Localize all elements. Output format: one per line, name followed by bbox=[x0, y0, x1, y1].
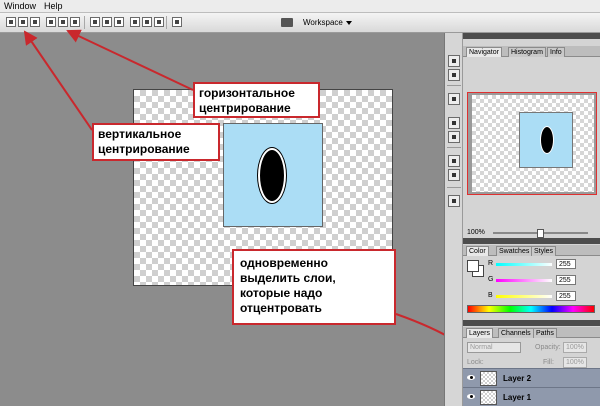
tab-channels[interactable]: Channels bbox=[498, 328, 534, 338]
menu-help[interactable]: Help bbox=[44, 1, 63, 11]
channel-b-slider[interactable] bbox=[496, 295, 552, 298]
workspace-button[interactable]: Workspace bbox=[300, 17, 355, 29]
paragraph-icon[interactable] bbox=[448, 169, 460, 181]
tab-color[interactable]: Color bbox=[466, 246, 489, 256]
panel-dock bbox=[444, 33, 463, 406]
navigator-preview[interactable] bbox=[467, 92, 597, 195]
color-spectrum-bar[interactable] bbox=[467, 305, 595, 313]
callout-select-layers: одновременно выделить слои, которые надо… bbox=[232, 249, 396, 325]
tab-info[interactable]: Info bbox=[547, 47, 565, 57]
navigator-zoom-value[interactable]: 100% bbox=[467, 229, 485, 236]
callout-horizontal-centering: горизонтальное центрирование bbox=[193, 82, 320, 118]
opacity-field[interactable]: 100% bbox=[563, 342, 587, 353]
layer-row-layer-2[interactable]: Layer 2 bbox=[463, 368, 600, 387]
distribute-left-icon[interactable] bbox=[130, 17, 140, 27]
menu-bar: Window Help bbox=[0, 0, 600, 13]
navigator-ellipse bbox=[540, 126, 554, 154]
layer-name: Layer 1 bbox=[503, 393, 532, 402]
toolbar-divider bbox=[166, 16, 167, 29]
distribute-top-icon[interactable] bbox=[90, 17, 100, 27]
channel-g-value[interactable]: 255 bbox=[556, 275, 576, 285]
tab-layers[interactable]: Layers bbox=[466, 328, 494, 338]
channel-r-label: R bbox=[488, 260, 494, 267]
tab-styles[interactable]: Styles bbox=[531, 246, 557, 256]
panel-grip[interactable] bbox=[463, 33, 600, 39]
brushes-icon[interactable] bbox=[448, 117, 460, 129]
menu-window[interactable]: Window bbox=[4, 1, 36, 11]
options-bar: Workspace bbox=[0, 13, 600, 33]
align-top-icon[interactable] bbox=[6, 17, 16, 27]
channel-b-value[interactable]: 255 bbox=[556, 291, 576, 301]
layers-tabs: Layers Channels Paths bbox=[463, 327, 600, 338]
blend-mode-select[interactable]: Normal bbox=[467, 342, 521, 353]
dock-divider bbox=[447, 85, 461, 86]
fill-label: Fill: bbox=[543, 359, 554, 366]
chevron-down-icon bbox=[345, 20, 352, 25]
opacity-label: Opacity: bbox=[535, 344, 561, 351]
color-tabs: Color Swatches Styles bbox=[463, 245, 600, 256]
visibility-eye-icon[interactable] bbox=[467, 393, 475, 400]
align-horizontal-center-icon[interactable] bbox=[58, 17, 68, 27]
align-vertical-center-icon[interactable] bbox=[18, 17, 28, 27]
layer-row-layer-1[interactable]: Layer 1 bbox=[463, 387, 600, 406]
layer-name: Layer 2 bbox=[503, 374, 532, 383]
character-icon[interactable] bbox=[448, 155, 460, 167]
dock-divider bbox=[447, 187, 461, 188]
navigator-zoom-slider[interactable] bbox=[493, 229, 588, 238]
distribute-bottom-icon[interactable] bbox=[114, 17, 124, 27]
panel-grip[interactable] bbox=[463, 238, 600, 244]
foreground-color-swatch[interactable] bbox=[467, 260, 479, 272]
channel-r-value[interactable]: 255 bbox=[556, 259, 576, 269]
channel-g-label: G bbox=[488, 276, 494, 283]
tab-histogram[interactable]: Histogram bbox=[508, 47, 546, 57]
distribute-vcenter-icon[interactable] bbox=[102, 17, 112, 27]
actions-icon[interactable] bbox=[448, 69, 460, 81]
align-bottom-icon[interactable] bbox=[30, 17, 40, 27]
lock-label: Lock: bbox=[467, 359, 484, 366]
panels-column: Navigator Histogram Info 100% Color Swat… bbox=[463, 33, 600, 406]
tab-navigator[interactable]: Navigator bbox=[466, 47, 502, 57]
auto-align-icon[interactable] bbox=[172, 17, 182, 27]
camera-icon[interactable] bbox=[281, 18, 293, 27]
history-icon[interactable] bbox=[448, 55, 460, 67]
layer-thumbnail bbox=[480, 371, 497, 386]
channel-r-slider[interactable] bbox=[496, 263, 552, 266]
toolbar-divider bbox=[84, 16, 85, 29]
tool-presets-icon[interactable] bbox=[448, 93, 460, 105]
callout-vertical-centering: вертикальное центрирование bbox=[92, 123, 220, 161]
visibility-eye-icon[interactable] bbox=[467, 374, 475, 381]
distribute-right-icon[interactable] bbox=[154, 17, 164, 27]
layer-comps-icon[interactable] bbox=[448, 195, 460, 207]
align-right-icon[interactable] bbox=[70, 17, 80, 27]
tab-swatches[interactable]: Swatches bbox=[496, 246, 533, 256]
navigator-tabs: Navigator Histogram Info bbox=[463, 46, 600, 57]
channel-b-label: B bbox=[488, 292, 493, 299]
clone-source-icon[interactable] bbox=[448, 131, 460, 143]
distribute-hcenter-icon[interactable] bbox=[142, 17, 152, 27]
align-left-icon[interactable] bbox=[46, 17, 56, 27]
tab-paths[interactable]: Paths bbox=[533, 328, 557, 338]
panel-grip[interactable] bbox=[463, 320, 600, 326]
ellipse-shape[interactable] bbox=[258, 148, 286, 203]
layer-thumbnail bbox=[480, 390, 497, 405]
fill-field[interactable]: 100% bbox=[563, 357, 587, 368]
workspace-label: Workspace bbox=[303, 18, 343, 27]
channel-g-slider[interactable] bbox=[496, 279, 552, 282]
dock-divider bbox=[447, 147, 461, 148]
